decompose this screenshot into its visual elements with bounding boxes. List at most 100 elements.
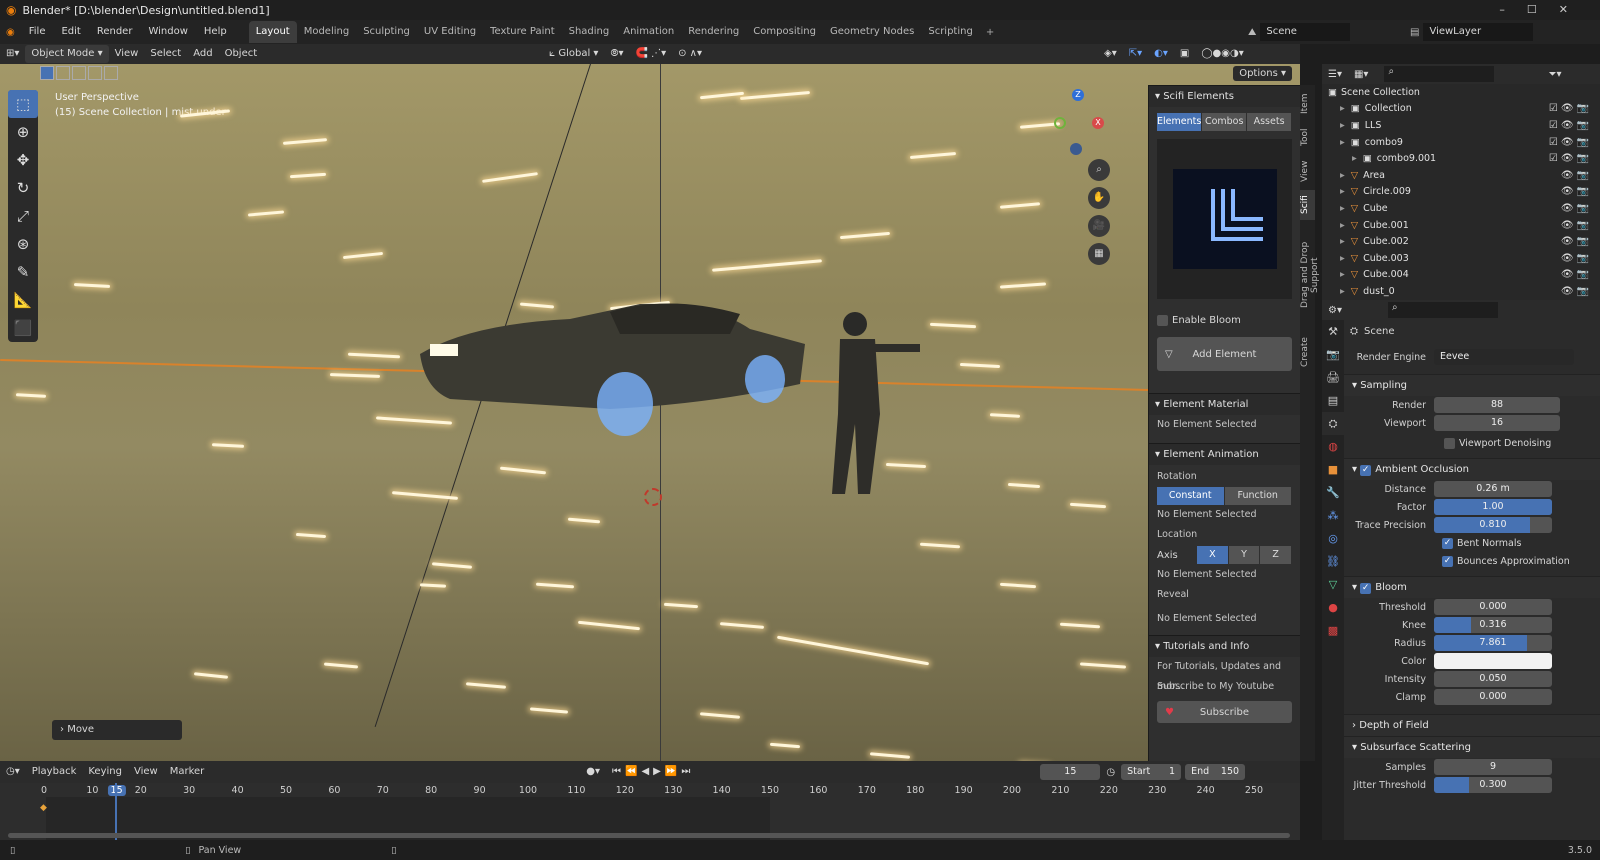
pivot-icon[interactable]: ⦾▾ [604,45,629,63]
timeline-menu-marker[interactable]: Marker [164,763,211,781]
expand-arrow-icon[interactable]: ▸ [1340,269,1345,280]
data-tab-icon[interactable]: ▽ [1322,573,1344,596]
move-icon[interactable]: ✥ [8,146,38,174]
view-layer-tab-icon[interactable]: ▤ [1322,389,1344,412]
add-element-button[interactable]: ▽ Add Element [1157,337,1292,371]
sampling-panel[interactable]: ▾ Sampling [1344,374,1600,396]
subscribe-button[interactable]: ♥ Subscribe [1157,701,1292,723]
outliner-search-icon[interactable]: ⌕ [1384,66,1495,82]
menu-file[interactable]: File [21,20,54,44]
object-tab-icon[interactable]: ■ [1322,458,1344,481]
options-dropdown[interactable]: Options ▾ [1233,66,1292,81]
sidebar-tab-item[interactable]: Item [1300,90,1315,118]
bloom-color-swatch[interactable] [1434,653,1552,669]
output-tab-icon[interactable]: 🖨 [1322,366,1344,389]
snap-icon[interactable]: 🧲 ⋰▾ [629,45,672,63]
sidebar-tab-tool[interactable]: Tool [1300,123,1315,151]
expand-arrow-icon[interactable]: ▸ [1340,137,1345,148]
visibility-icons[interactable]: 👁📷 [1561,170,1592,181]
filter-icon[interactable]: ⏷▾ [1548,69,1561,80]
ao-factor-field[interactable]: 1.00 [1434,499,1552,515]
timeline-scrollbar[interactable] [8,833,1290,838]
viewlayer-selector[interactable]: ▤ ViewLayer [1410,23,1534,41]
enable-bloom-checkbox[interactable]: Enable Bloom [1157,311,1292,329]
selection-mode-icons[interactable] [40,66,118,82]
scene-tab-icon[interactable]: ⛭ [1322,412,1344,435]
sidebar-tab-scifi[interactable]: Scifi [1300,190,1315,220]
scale-icon[interactable]: ⤢ [8,202,38,230]
tab-animation[interactable]: Animation [616,21,681,43]
camera-view-icon[interactable]: 🎥 [1088,215,1110,237]
properties-editor-icon[interactable]: ⚙▾ [1322,305,1348,316]
start-frame-field[interactable]: Start 1 [1121,764,1182,780]
menu-edit[interactable]: Edit [53,20,88,44]
outliner-row[interactable]: ▸ ▽ Cube.001 👁📷 [1322,217,1600,234]
bloom-threshold-field[interactable]: 0.000 [1434,599,1552,615]
rotate-icon[interactable]: ↻ [8,174,38,202]
bloom-panel[interactable]: ▾ ✓ Bloom [1344,576,1600,598]
expand-arrow-icon[interactable]: ▸ [1340,103,1345,114]
visibility-icon[interactable]: ◈▾ [1098,45,1123,63]
subsurface-panel[interactable]: ▾ Subsurface Scattering [1344,736,1600,758]
sss-samples-field[interactable]: 9 [1434,759,1552,775]
expand-arrow-icon[interactable]: ▸ [1340,170,1345,181]
record-icon[interactable]: ●▾ [580,763,606,781]
outliner-row[interactable]: ▸ ▽ Cube.003 👁📷 [1322,250,1600,267]
viewport-menu-view[interactable]: View [109,45,145,63]
gizmo-toggle-icon[interactable]: ⇱▾ [1123,45,1148,63]
rotation-mode-constant[interactable]: Constant [1157,487,1225,505]
tab-texture-paint[interactable]: Texture Paint [483,21,562,43]
bloom-intensity-field[interactable]: 0.050 [1434,671,1552,687]
ambient-occlusion-panel[interactable]: ▾ ✓ Ambient Occlusion [1344,458,1600,480]
rotation-mode-function[interactable]: Function [1224,487,1292,505]
expand-arrow-icon[interactable]: ▸ [1340,286,1345,297]
texture-tab-icon[interactable]: ▩ [1322,619,1344,642]
element-animation-header[interactable]: ▾ Element Animation [1149,443,1300,465]
axis-z[interactable]: Z [1260,546,1293,564]
visibility-icons[interactable]: 👁📷 [1561,186,1592,197]
properties-search-icon[interactable]: ⌕ [1387,302,1498,318]
annotate-icon[interactable]: ✎ [8,258,38,286]
tab-layout[interactable]: Layout [248,21,297,43]
editor-type-icon[interactable]: ⊞▾ [0,45,25,63]
subtab-elements[interactable]: Elements [1157,113,1203,131]
expand-arrow-icon[interactable]: ▸ [1340,220,1345,231]
ao-trace-field[interactable]: 0.810 [1434,517,1552,533]
outliner-row[interactable]: ▸ ▽ Circle.009 👁📷 [1322,184,1600,201]
particles-tab-icon[interactable]: ⁂ [1322,504,1344,527]
ao-distance-field[interactable]: 0.26 m [1434,481,1552,497]
viewlayer-name[interactable]: ViewLayer [1423,23,1534,41]
menu-help[interactable]: Help [196,20,235,44]
render-tab-icon[interactable]: 📷 [1322,343,1344,366]
timeline-menu-view[interactable]: View [128,763,164,781]
bloom-clamp-field[interactable]: 0.000 [1434,689,1552,705]
tab-uv-editing[interactable]: UV Editing [417,21,483,43]
tab-sculpting[interactable]: Sculpting [356,21,417,43]
proportional-edit-icon[interactable]: ⊙ ∧▾ [672,45,708,63]
menu-render[interactable]: Render [89,20,141,44]
car-model[interactable] [410,274,820,444]
outliner-row[interactable]: ▸ ▣ LLS ☑👁📷 [1322,117,1600,134]
render-samples-field[interactable]: 88 [1434,397,1560,413]
visibility-icons[interactable]: 👁📷 [1561,220,1592,231]
tab-modeling[interactable]: Modeling [297,21,357,43]
outliner-row[interactable]: ▸ ▣ combo9.001 ☑👁📷 [1322,150,1600,167]
xray-icon[interactable]: ▣ [1174,45,1195,63]
element-preview[interactable] [1157,139,1292,299]
view-nav-buttons[interactable]: ⌕ ✋ 🎥 ▦ [1088,159,1112,265]
physics-tab-icon[interactable]: ◎ [1322,527,1344,550]
bent-normals-checkbox[interactable]: ✓ Bent Normals [1344,534,1600,552]
window-controls[interactable]: –☐✕ [1499,3,1590,16]
constraints-tab-icon[interactable]: ⛓ [1322,550,1344,573]
viewport-menu-select[interactable]: Select [144,45,187,63]
keyframe-icon[interactable]: ◆ [40,803,47,813]
sidebar-tab-view[interactable]: View [1300,157,1315,185]
visibility-icons[interactable]: ☑👁📷 [1549,120,1592,131]
character-model[interactable] [800,294,930,524]
scene-selector[interactable]: ⛰ Scene [1248,23,1351,41]
outliner-row[interactable]: ▸ ▽ Cube.002 👁📷 [1322,233,1600,250]
navigation-gizmo[interactable]: Z X [1050,89,1110,159]
tab-scripting[interactable]: Scripting [921,21,979,43]
cursor-icon[interactable]: ⊕ [8,118,38,146]
end-frame-field[interactable]: End 150 [1185,764,1246,780]
